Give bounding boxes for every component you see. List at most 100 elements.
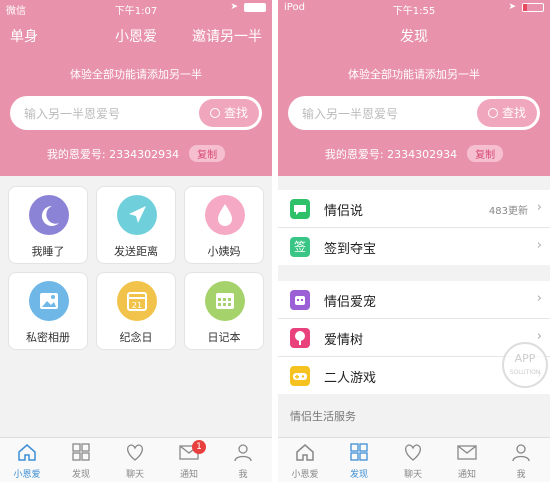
header-panel: 微信 下午1:07 ➤ 单身 小恩爱 邀请另一半 体验全部功能请添加另一半 输入… (0, 0, 272, 176)
feature-label: 私密相册 (26, 331, 70, 344)
sign-icon: 签 (290, 237, 310, 257)
feature-diary[interactable]: 日记本 (184, 272, 264, 350)
list-item-label: 签到夺宝 (324, 242, 377, 257)
home-screen: 微信 下午1:07 ➤ 单身 小恩爱 邀请另一半 体验全部功能请添加另一半 输入… (0, 0, 272, 482)
tab-discover[interactable]: 发现 (332, 442, 386, 480)
feature-period[interactable]: 小姨妈 (184, 186, 264, 264)
tab-me[interactable]: 我 (216, 442, 270, 480)
search-button-label: 查找 (501, 106, 526, 120)
person-icon (234, 444, 252, 462)
tab-notify[interactable]: 通知 (440, 442, 494, 480)
pet-icon (290, 290, 310, 310)
copy-button[interactable]: 复制 (189, 145, 226, 162)
tab-label: 小恩爱 (13, 470, 41, 480)
svg-text:21: 21 (132, 301, 142, 310)
search-button[interactable]: 查找 (477, 99, 537, 127)
my-id-label: 我的恩爱号: 2334302934 (324, 148, 458, 161)
tab-label: 通知 (179, 470, 198, 480)
list-item-label: 爱情树 (324, 333, 364, 348)
update-count: 483更新 (488, 206, 528, 217)
location-arrow-icon: ➤ (230, 2, 238, 12)
feature-send-distance[interactable]: 发送距离 (96, 186, 176, 264)
watermark-line2: SOLUTION (509, 369, 541, 376)
tab-label: 我 (238, 470, 248, 480)
status-bar: 微信 下午1:07 ➤ (0, 0, 272, 17)
my-id-row: 我的恩爱号: 2334302934 复制 (278, 145, 550, 162)
heart-icon (127, 444, 143, 461)
location-arrow-icon (117, 195, 157, 235)
tab-chat[interactable]: 聊天 (386, 442, 440, 480)
tab-me[interactable]: 我 (494, 442, 548, 480)
search-input[interactable]: 输入另一半恩爱号 (24, 105, 120, 122)
notification-badge: 1 (192, 440, 206, 454)
heart-icon (405, 444, 421, 461)
my-id-row: 我的恩爱号: 2334302934 复制 (0, 145, 272, 162)
feature-anniversary[interactable]: 21 纪念日 (96, 272, 176, 350)
page-title: 发现 (400, 29, 428, 45)
chevron-right-icon: › (536, 200, 542, 215)
tab-label: 聊天 (125, 470, 144, 480)
search-button[interactable]: 查找 (199, 99, 259, 127)
tab-label: 我 (516, 470, 526, 480)
list-item-label: 情侣说 (324, 204, 364, 219)
feature-sleep[interactable]: 我睡了 (8, 186, 88, 264)
grid-icon (72, 443, 90, 461)
tree-icon (290, 328, 310, 348)
search-icon (209, 108, 220, 118)
watermark-line1: APP (514, 352, 536, 365)
tab-label: 聊天 (403, 470, 422, 480)
list-item-couple-pet[interactable]: 情侣爱宠 › (278, 281, 550, 319)
tab-home[interactable]: 小恩爱 (278, 442, 332, 480)
feature-private-album[interactable]: 私密相册 (8, 272, 88, 350)
tab-bar: 小恩爱 发现 聊天 通知 我 (278, 437, 550, 482)
tab-home[interactable]: 小恩爱 (0, 442, 54, 480)
discover-group-1: 情侣说 483更新 › 签 签到夺宝 › (278, 190, 550, 265)
chevron-right-icon: › (536, 329, 542, 344)
feature-label: 纪念日 (119, 331, 153, 344)
feature-label: 发送距离 (114, 245, 158, 258)
chevron-right-icon: › (536, 238, 542, 253)
copy-button[interactable]: 复制 (467, 145, 504, 162)
tab-chat[interactable]: 聊天 (108, 442, 162, 480)
search-bar: 输入另一半恩爱号 查找 (288, 96, 540, 130)
feature-label: 小姨妈 (207, 245, 241, 258)
feature-label: 日记本 (207, 331, 241, 344)
tab-bar: 小恩爱 发现 聊天 通知 1 我 (0, 437, 272, 482)
nav-bar: 单身 小恩爱 邀请另一半 (0, 24, 272, 48)
tab-label: 小恩爱 (291, 470, 319, 480)
battery-icon (244, 3, 266, 12)
search-button-label: 查找 (223, 106, 248, 120)
gamepad-icon (290, 366, 310, 386)
discover-screen: iPod 下午1:55 ➤ 发现 体验全部功能请添加另一半 输入另一半恩爱号 查… (278, 0, 550, 482)
drop-icon (205, 195, 245, 235)
tab-label: 通知 (457, 470, 476, 480)
search-input[interactable]: 输入另一半恩爱号 (302, 105, 398, 122)
location-arrow-icon: ➤ (508, 2, 516, 12)
list-item-label: 二人游戏 (324, 371, 377, 386)
section-header-life-services: 情侣生活服务 (290, 410, 356, 423)
home-icon (296, 444, 314, 461)
list-item-sign-in[interactable]: 签 签到夺宝 › (278, 228, 550, 265)
list-item-label: 情侣爱宠 (324, 295, 377, 310)
home-icon (18, 444, 36, 461)
search-icon (487, 108, 498, 118)
my-id-label: 我的恩爱号: 2334302934 (46, 148, 180, 161)
photo-icon (29, 281, 69, 321)
add-partner-hint: 体验全部功能请添加另一半 (70, 68, 202, 81)
invite-partner-button[interactable]: 邀请另一半 (192, 26, 262, 46)
grid-icon (350, 443, 368, 461)
moon-icon (29, 195, 69, 235)
tab-discover[interactable]: 发现 (54, 442, 108, 480)
tab-notify[interactable]: 通知 1 (162, 440, 216, 480)
feature-label: 我睡了 (31, 245, 65, 258)
add-partner-hint: 体验全部功能请添加另一半 (348, 68, 480, 81)
search-bar: 输入另一半恩爱号 查找 (10, 96, 262, 130)
chat-icon (290, 199, 310, 219)
watermark-logo: APP SOLUTION (502, 342, 548, 388)
tab-label: 发现 (71, 470, 90, 480)
header-panel: iPod 下午1:55 ➤ 发现 体验全部功能请添加另一半 输入另一半恩爱号 查… (278, 0, 550, 176)
person-icon (512, 444, 530, 462)
calendar-icon: 21 (117, 281, 157, 321)
diary-icon (205, 281, 245, 321)
list-item-couple-talk[interactable]: 情侣说 483更新 › (278, 190, 550, 228)
